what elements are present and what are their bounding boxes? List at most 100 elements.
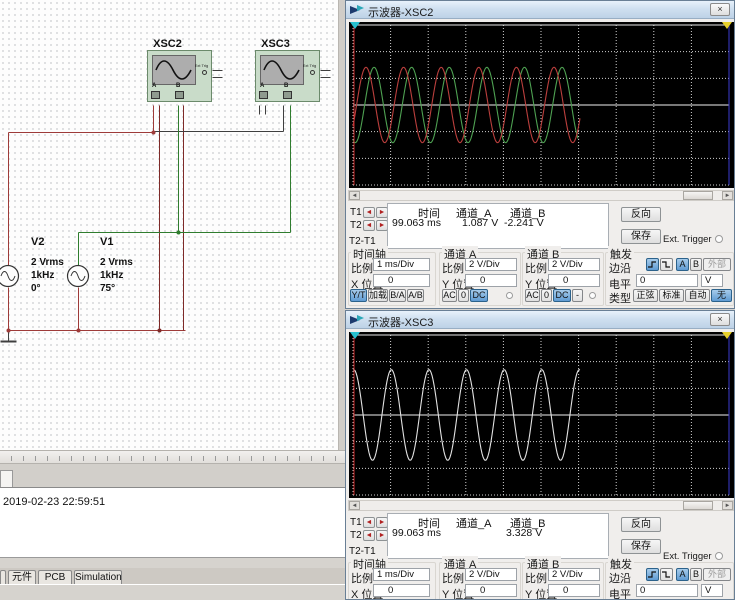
t2-left-button[interactable]: ◄ (363, 530, 375, 541)
canvas-vscrollbar[interactable] (338, 0, 345, 450)
ext-trigger-radio[interactable] (715, 552, 723, 560)
channel-a-scale-field[interactable]: 2 V/Div (465, 568, 517, 581)
v1-voltage: 2 Vrms (100, 256, 133, 269)
trigger-source-ext-button[interactable]: 外部 (703, 258, 731, 271)
timebase-scale-field[interactable]: 1 ms/Div (373, 568, 430, 581)
v1-phase: 75° (100, 282, 133, 295)
terminal-a[interactable] (259, 91, 268, 99)
tab-stub[interactable] (0, 570, 6, 584)
close-button[interactable]: × (710, 3, 730, 16)
ext-trigger-radio[interactable] (715, 235, 723, 243)
ext-trig-terminal[interactable] (202, 70, 207, 75)
trigger-type-auto-button[interactable]: 自动 (685, 289, 710, 302)
terminal-a[interactable] (151, 91, 160, 99)
channel-b-scale-field[interactable]: 2 V/Div (548, 568, 600, 581)
trigger-source-ext-button[interactable]: 外部 (703, 568, 731, 581)
channel-a-scale-label: 比例 (442, 260, 464, 276)
trigger-type-none-button[interactable]: 无 (711, 289, 732, 302)
falling-edge-button[interactable] (660, 258, 673, 271)
ruler-ticks (0, 456, 345, 461)
channel-b-dc-button[interactable]: DC (553, 289, 571, 302)
terminal-a-label: A (260, 83, 264, 89)
ext-trig-terminal[interactable] (310, 70, 315, 75)
oscilloscope-instrument-xsc3[interactable]: Ext Trig A B (255, 50, 320, 102)
spreadsheet-header-band (0, 464, 345, 487)
scroll-thumb[interactable] (683, 501, 713, 510)
window-title: 示波器-XSC2 (368, 4, 433, 20)
reverse-button[interactable]: 反向 (621, 517, 661, 532)
oscilloscope-instrument-xsc2[interactable]: Ext Trig A B (147, 50, 212, 102)
rising-edge-button[interactable] (646, 568, 659, 581)
channel-a-radio[interactable] (506, 292, 513, 299)
channel-b-radio[interactable] (589, 292, 596, 299)
titlebar[interactable]: 示波器-XSC2 × (346, 1, 734, 19)
scroll-left-icon[interactable]: ◄ (349, 501, 360, 510)
mode-add-button[interactable]: 加载 (368, 289, 388, 302)
trigger-source-b-button[interactable]: B (690, 258, 702, 271)
channel-a-ypos-field[interactable]: 0 (465, 584, 517, 597)
channel-b-ac-button[interactable]: AC (525, 289, 540, 302)
channel-a-scale-field[interactable]: 2 V/Div (465, 258, 517, 271)
mode-yt-button[interactable]: Y/T (350, 289, 367, 302)
channel-a-dc-button[interactable]: DC (470, 289, 488, 302)
trigger-source-a-button[interactable]: A (676, 568, 689, 581)
channel-b-zero-button[interactable]: 0 (541, 289, 552, 302)
channel-b-ypos-field[interactable]: 0 (548, 274, 600, 287)
trigger-level-label: 电平 (609, 586, 631, 600)
mode-ba-button[interactable]: B/A (389, 289, 406, 302)
timebase-scale-field[interactable]: 1 ms/Div (373, 258, 430, 271)
trigger-level-field[interactable]: 0 (636, 584, 698, 597)
close-icon: × (717, 314, 722, 324)
close-button[interactable]: × (710, 313, 730, 326)
channel-a-ac-button[interactable]: AC (442, 289, 457, 302)
channel-a-ypos-field[interactable]: 0 (465, 274, 517, 287)
status-bar (0, 584, 345, 600)
terminal-b[interactable] (175, 91, 184, 99)
channel-b-scale-field[interactable]: 2 V/Div (548, 258, 600, 271)
falling-edge-button[interactable] (660, 568, 673, 581)
scroll-thumb[interactable] (683, 191, 713, 200)
scroll-left-icon[interactable]: ◄ (349, 191, 360, 200)
ac-source-v1[interactable] (66, 264, 90, 288)
trigger-type-normal-button[interactable]: 标准 (659, 289, 684, 302)
rising-edge-button[interactable] (646, 258, 659, 271)
channel-b-minus-button[interactable]: - (572, 289, 583, 302)
schematic-canvas[interactable]: XSC2 Ext Trig A B XSC3 Ext Trig (0, 0, 338, 450)
scroll-right-icon[interactable]: ► (722, 191, 733, 200)
t1-left-button[interactable]: ◄ (363, 517, 375, 528)
channel-b-ypos-field[interactable]: 0 (548, 584, 600, 597)
v2-phase: 0° (31, 282, 64, 295)
scroll-right-icon[interactable]: ► (722, 501, 733, 510)
t2-left-button[interactable]: ◄ (363, 220, 375, 231)
window-icon (350, 314, 365, 326)
save-button[interactable]: 保存 (621, 229, 661, 244)
tab-simulation[interactable]: Simulation (74, 570, 122, 584)
mode-ab-button[interactable]: A/B (407, 289, 424, 302)
trigger-source-a-button[interactable]: A (676, 258, 689, 271)
save-button[interactable]: 保存 (621, 539, 661, 554)
scope-hscrollbar[interactable]: ◄ ► (348, 190, 734, 201)
timebase-xpos-field[interactable]: 0 (373, 584, 430, 597)
scope-screen (349, 332, 734, 498)
spreadsheet-tab-stub[interactable] (0, 470, 13, 487)
canvas-hscrollbar[interactable] (0, 450, 345, 464)
t1-label: T1 (350, 517, 362, 528)
terminal-b[interactable] (283, 91, 292, 99)
tab-pcb-layers[interactable]: PCB 层 (38, 570, 72, 584)
scope-hscrollbar[interactable]: ◄ ► (348, 500, 734, 511)
trigger-level-field[interactable]: 0 (636, 274, 698, 287)
ac-source-v2[interactable] (0, 264, 20, 288)
trigger-type-single-button[interactable]: 正弦 (633, 289, 658, 302)
channel-b-scale-label: 比例 (525, 260, 547, 276)
trigger-level-unit[interactable]: V (701, 584, 723, 597)
source-v1-params: 2 Vrms 1kHz 75° (100, 256, 133, 295)
trigger-source-b-button[interactable]: B (690, 568, 702, 581)
titlebar[interactable]: 示波器-XSC3 × (346, 311, 734, 329)
tab-components[interactable]: 元件 (8, 570, 36, 584)
reverse-button[interactable]: 反向 (621, 207, 661, 222)
waveform-display (349, 22, 734, 188)
timebase-xpos-field[interactable]: 0 (373, 274, 430, 287)
channel-a-zero-button[interactable]: 0 (458, 289, 469, 302)
trigger-level-unit[interactable]: V (701, 274, 723, 287)
t1-left-button[interactable]: ◄ (363, 207, 375, 218)
